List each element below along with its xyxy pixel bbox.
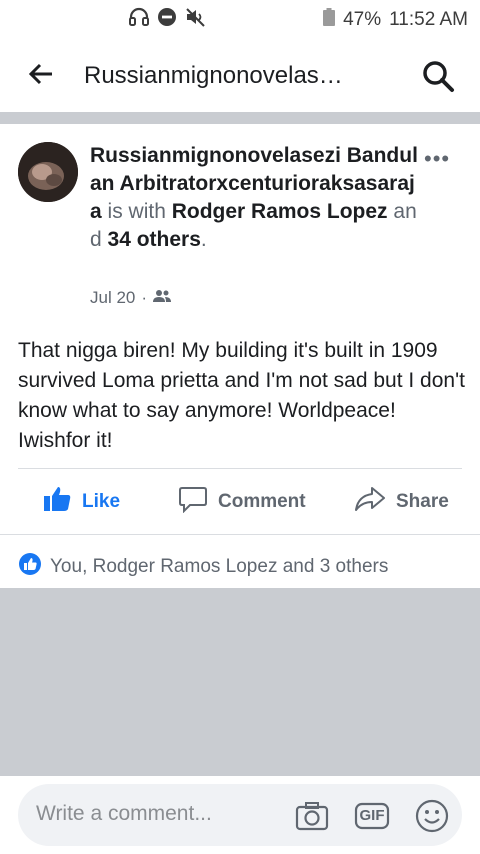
headphones-icon — [128, 6, 150, 33]
post-header: Russianmignonovelasezi Bandulan Arbitrat… — [90, 142, 420, 254]
friends-icon — [153, 288, 172, 308]
tagged-others[interactable]: 34 others — [108, 228, 201, 251]
with-text: is with — [101, 200, 172, 223]
meta-dot: · — [141, 288, 148, 307]
status-icons-left — [128, 6, 208, 33]
section-divider — [0, 112, 480, 124]
divider — [18, 468, 462, 469]
thumbs-up-icon — [42, 484, 72, 520]
post-text: That nigga biren! My building it's built… — [18, 339, 465, 452]
reactions-summary[interactable]: You, Rodger Ramos Lopez and 3 others — [18, 552, 388, 582]
back-arrow-icon[interactable] — [28, 62, 56, 86]
gif-label: GIF — [359, 807, 385, 824]
share-icon — [354, 485, 386, 519]
clock: 11:52 AM — [389, 9, 468, 30]
gif-icon[interactable]: GIF — [354, 798, 390, 834]
status-bar: 47% 11:52 AM — [0, 0, 480, 36]
post-actions: Like Comment Share — [0, 474, 480, 530]
post-date[interactable]: Jul 20 — [90, 288, 135, 308]
do-not-disturb-icon — [156, 6, 178, 33]
page-title: Russianmignonovelas… — [84, 62, 343, 89]
post-card: ••• Russianmignonovelasezi Bandulan Arbi… — [0, 124, 480, 588]
like-reaction-icon — [18, 552, 42, 582]
reactions-text: You, Rodger Ramos Lopez and 3 others — [50, 556, 389, 577]
status-icons-right: 47% 11:52 AM — [323, 8, 468, 32]
period: . — [200, 228, 207, 251]
feed-background — [0, 588, 480, 776]
search-icon[interactable] — [420, 58, 456, 94]
comment-button[interactable]: Comment — [178, 482, 306, 522]
avatar[interactable] — [18, 142, 78, 202]
like-label: Like — [82, 491, 121, 512]
post-meta: Jul 20 · — [90, 288, 172, 308]
comment-placeholder: Write a comment... — [36, 802, 212, 825]
like-button[interactable]: Like — [42, 482, 120, 522]
comment-icon — [178, 485, 208, 519]
share-button[interactable]: Share — [354, 482, 449, 522]
comment-label: Comment — [218, 491, 306, 512]
battery-icon — [323, 8, 336, 32]
app-bar: Russianmignonovelas… — [0, 36, 480, 112]
comment-composer: Write a comment... GIF — [0, 776, 480, 854]
more-options-icon[interactable]: ••• — [424, 146, 450, 172]
battery-percent: 47% — [343, 9, 382, 30]
mute-icon — [184, 6, 208, 33]
divider — [0, 534, 480, 535]
comment-input[interactable]: Write a comment... GIF — [18, 784, 462, 846]
share-label: Share — [396, 491, 449, 512]
emoji-icon[interactable] — [414, 798, 450, 834]
camera-icon[interactable] — [294, 798, 330, 834]
tagged-user[interactable]: Rodger Ramos Lopez — [172, 200, 388, 223]
